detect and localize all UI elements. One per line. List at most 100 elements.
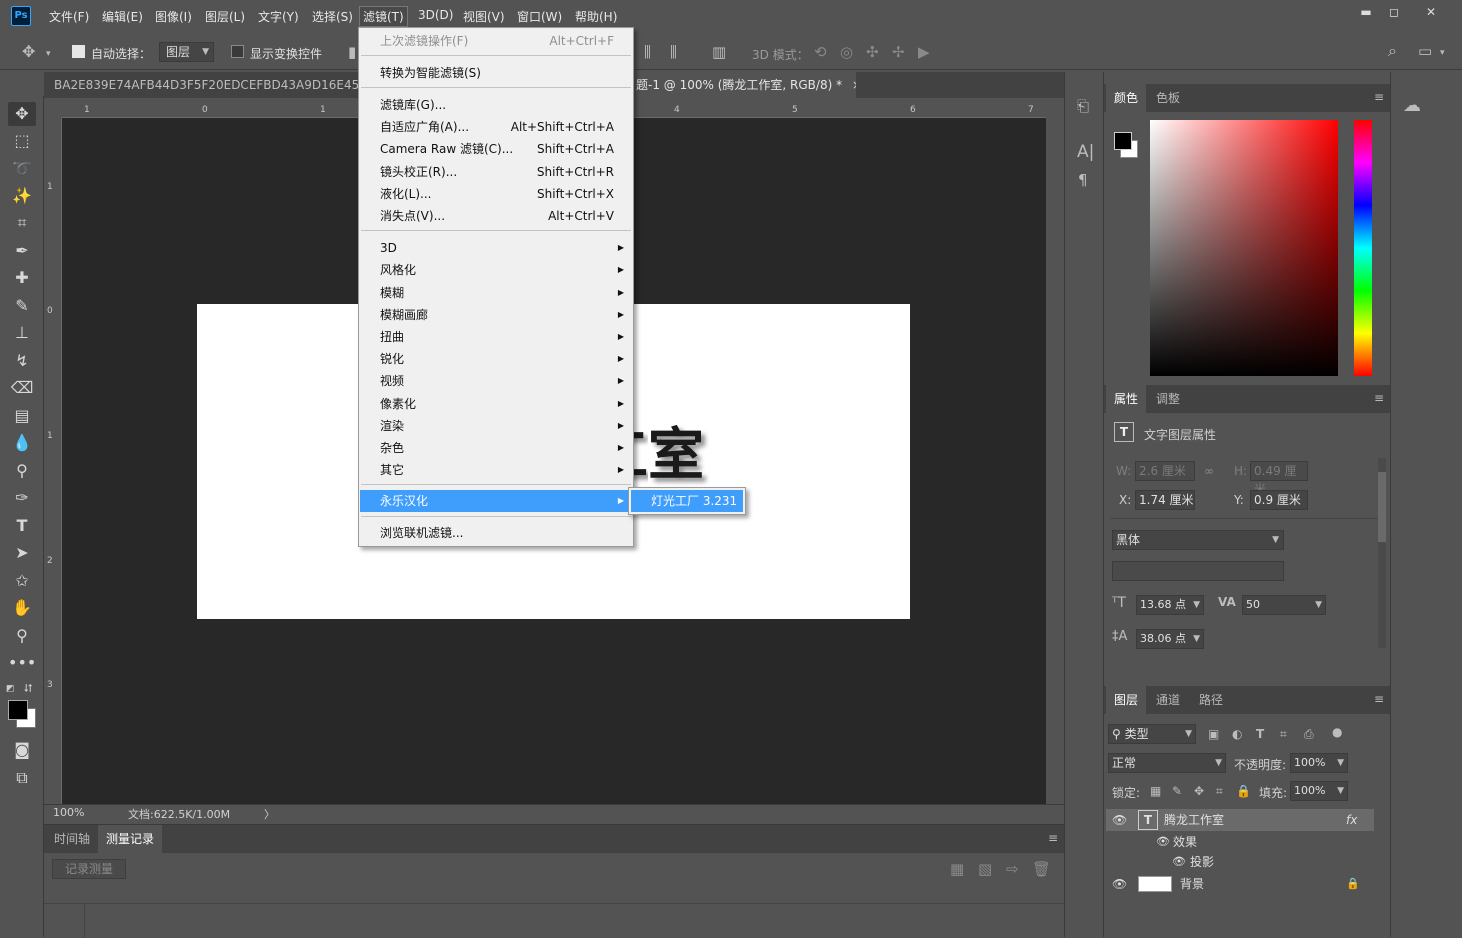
menu-edit[interactable]: 编辑(E) <box>102 8 143 25</box>
panel-menu-icon[interactable]: ≡ <box>1374 692 1384 706</box>
tab-layers[interactable]: 图层 <box>1106 686 1147 714</box>
eye-icon[interactable]: 👁 <box>1112 873 1127 895</box>
lock-artboard-icon[interactable]: ⌗ <box>1216 783 1223 799</box>
panel-menu-icon[interactable]: ≡ <box>1374 391 1384 405</box>
pen-tool-icon[interactable]: ✑ <box>8 486 36 510</box>
menu-item-pixelate[interactable]: 像素化 ▶ <box>360 393 632 415</box>
magic-wand-tool-icon[interactable]: ✨ <box>8 184 36 208</box>
panel-menu-icon[interactable]: ≡ <box>1048 831 1058 845</box>
menu-item-distort[interactable]: 扭曲 ▶ <box>360 326 632 348</box>
filter-pixel-icon[interactable]: ▣ <box>1208 726 1219 742</box>
eraser-tool-icon[interactable]: ⌫ <box>8 376 36 400</box>
zoom-tool-icon[interactable]: ⚲ <box>8 624 36 648</box>
auto-select-checkbox[interactable] <box>72 45 85 58</box>
menu-item-render[interactable]: 渲染 ▶ <box>360 415 632 437</box>
color-field[interactable] <box>1150 120 1338 376</box>
close-button[interactable]: ✕ <box>1418 3 1444 21</box>
record-measurement-button[interactable]: 记录测量 <box>52 859 126 879</box>
layer-filter-dropdown[interactable]: ⚲ 类型 ▼ <box>1108 724 1196 744</box>
foreground-color-swatch[interactable] <box>1114 132 1132 150</box>
menu-item-camera-raw[interactable]: Camera Raw 滤镜(C)... Shift+Ctrl+A <box>360 138 632 160</box>
layer-row-background[interactable]: 👁 背景 🔒 <box>1106 873 1374 895</box>
close-icon[interactable]: × <box>852 78 856 92</box>
auto-align-icon[interactable]: ▥ <box>712 44 726 60</box>
fill-input[interactable]: 100% ▼ <box>1290 781 1348 801</box>
lock-position-icon[interactable]: ✥ <box>1194 783 1204 799</box>
deselect-icon[interactable]: ▧ <box>978 861 992 877</box>
3d-slide-icon[interactable]: ✢ <box>892 44 905 60</box>
filter-shape-icon[interactable]: ⌗ <box>1280 726 1287 742</box>
distribute-center-icon[interactable]: ⫼ <box>644 44 651 60</box>
filter-type-icon[interactable]: T <box>1256 726 1264 742</box>
tab-swatches[interactable]: 色板 <box>1148 84 1188 112</box>
eye-icon[interactable]: 👁 <box>1172 851 1186 873</box>
menu-item-3d[interactable]: 3D ▶ <box>360 237 632 259</box>
font-size-input[interactable]: 13.68 点 ▼ <box>1136 595 1204 615</box>
menu-item-last-filter[interactable]: 上次滤镜操作(F) Alt+Ctrl+F <box>360 30 632 52</box>
tab-paths[interactable]: 路径 <box>1191 686 1231 714</box>
hand-tool-icon[interactable]: ✋ <box>8 596 36 620</box>
lock-transparent-icon[interactable]: ▦ <box>1150 783 1161 799</box>
y-input[interactable]: 0.9 厘米 <box>1250 490 1308 510</box>
x-input[interactable]: 1.74 厘米 <box>1135 490 1195 510</box>
menu-item-sharpen[interactable]: 锐化 ▶ <box>360 348 632 370</box>
lock-all-icon[interactable]: 🔒 <box>1236 783 1251 799</box>
marquee-tool-icon[interactable]: ⬚ <box>8 129 36 153</box>
screen-mode-icon[interactable]: ⧉ <box>8 766 36 790</box>
menu-item-yongle-hanhua[interactable]: 永乐汉化 ▶ <box>360 490 632 512</box>
menu-item-noise[interactable]: 杂色 ▶ <box>360 437 632 459</box>
restore-button[interactable]: ◻ <box>1381 3 1407 21</box>
character-icon[interactable]: A| <box>1077 144 1094 161</box>
distribute-right-icon[interactable]: ⫼ <box>670 44 677 60</box>
menu-item-lens-correction[interactable]: 镜头校正(R)... Shift+Ctrl+R <box>360 161 632 183</box>
fx-icon[interactable]: fx <box>1346 809 1357 831</box>
menu-filter[interactable]: 滤镜(T) <box>359 6 408 27</box>
layer-name[interactable]: 背景 <box>1180 873 1204 895</box>
move-tool-icon[interactable]: ✥ <box>22 44 35 60</box>
status-arrow-icon[interactable]: 〉 <box>264 806 275 822</box>
tab-measurement-log[interactable]: 测量记录 <box>98 825 163 853</box>
properties-scrollbar[interactable] <box>1378 458 1386 648</box>
filter-adjustment-icon[interactable]: ◐ <box>1232 726 1242 742</box>
filter-toggle-icon[interactable]: ● <box>1332 724 1342 740</box>
layer-name[interactable]: 腾龙工作室 <box>1164 809 1224 831</box>
quick-mask-icon[interactable]: ◙ <box>8 738 36 762</box>
swap-colors-icon[interactable]: ⮃ <box>24 682 33 696</box>
path-select-tool-icon[interactable]: ➤ <box>8 541 36 565</box>
export-icon[interactable]: ⇨ <box>1006 861 1019 877</box>
select-all-icon[interactable]: ▦ <box>950 861 964 877</box>
type-tool-icon[interactable]: T <box>8 514 36 538</box>
tab-color[interactable]: 颜色 <box>1106 84 1147 112</box>
brush-tool-icon[interactable]: ✎ <box>8 294 36 318</box>
eye-icon[interactable]: 👁 <box>1112 809 1127 831</box>
menu-item-browse-online[interactable]: 浏览联机滤镜... <box>360 522 632 544</box>
menu-item-stylize[interactable]: 风格化 ▶ <box>360 259 632 281</box>
menu-item-vanishing-point[interactable]: 消失点(V)... Alt+Ctrl+V <box>360 205 632 227</box>
lock-pixels-icon[interactable]: ✎ <box>1172 783 1182 799</box>
gradient-tool-icon[interactable]: ▤ <box>8 404 36 428</box>
menu-type[interactable]: 文字(Y) <box>258 8 299 25</box>
align-top-icon[interactable]: ▮ <box>348 44 356 60</box>
stamp-tool-icon[interactable]: ⊥ <box>8 321 36 345</box>
menu-3d[interactable]: 3D(D) <box>418 8 453 22</box>
tab-properties[interactable]: 属性 <box>1106 385 1147 413</box>
height-input[interactable]: 0.49 厘米 <box>1250 461 1308 496</box>
menu-item-video[interactable]: 视频 ▶ <box>360 370 632 392</box>
link-icon[interactable]: ∞ <box>1204 463 1214 479</box>
tab-timeline[interactable]: 时间轴 <box>46 825 98 853</box>
menu-file[interactable]: 文件(F) <box>49 8 89 25</box>
more-tools-icon[interactable]: ••• <box>8 651 36 675</box>
creative-cloud-icon[interactable]: ☁ <box>1403 97 1421 115</box>
zoom-level[interactable]: 100% <box>53 806 84 819</box>
tab-adjustments[interactable]: 调整 <box>1148 385 1188 413</box>
history-brush-tool-icon[interactable]: ↯ <box>8 349 36 373</box>
leading-input[interactable]: 38.06 点 ▼ <box>1136 629 1204 649</box>
tab-document-2[interactable]: 题-1 @ 100% (腾龙工作室, RGB/8) * × <box>626 72 856 98</box>
submenu-item-knoll-light-factory[interactable]: 灯光工厂 3.231 <box>631 490 743 512</box>
blend-mode-dropdown[interactable]: 正常 ▼ <box>1108 753 1226 773</box>
font-family-dropdown[interactable]: 黑体 ▼ <box>1112 530 1284 550</box>
menu-item-liquify[interactable]: 液化(L)... Shift+Ctrl+X <box>360 183 632 205</box>
tracking-input[interactable]: 50 ▼ <box>1242 595 1326 615</box>
history-icon[interactable]: ⎗ <box>1077 98 1089 114</box>
menu-image[interactable]: 图像(I) <box>155 8 192 25</box>
